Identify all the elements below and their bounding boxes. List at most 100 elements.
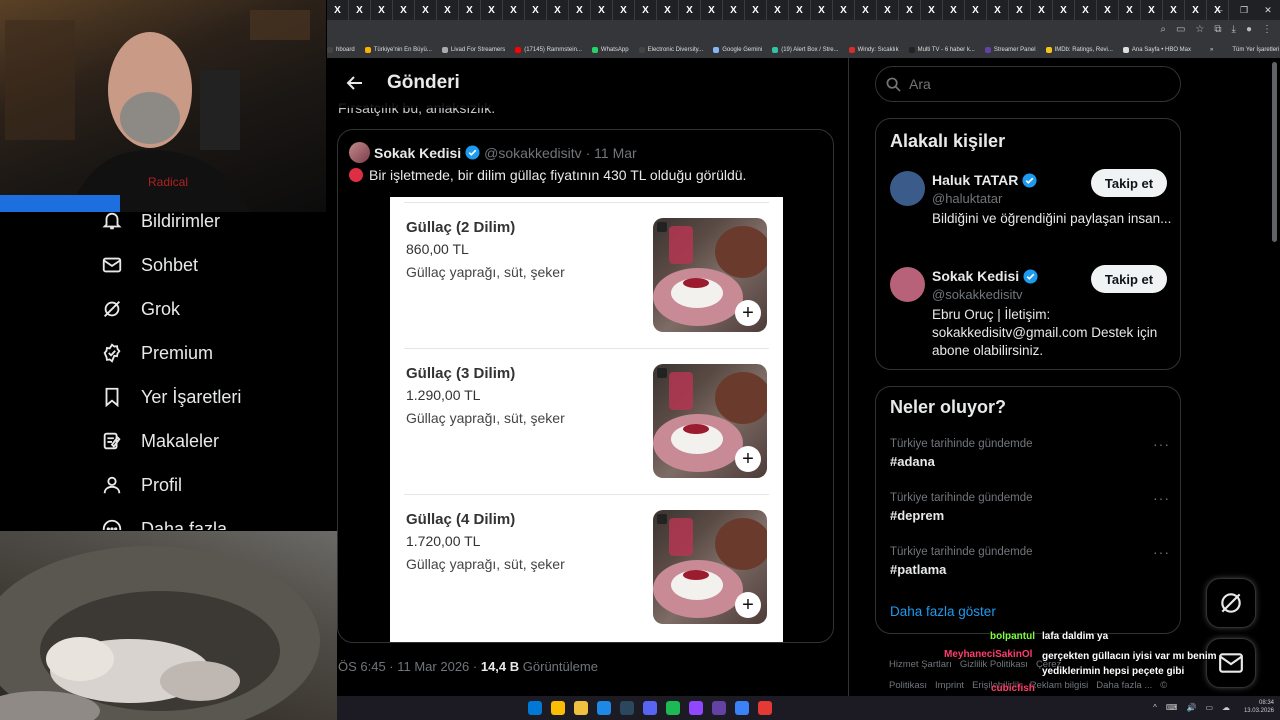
bookmark-item[interactable]: » bbox=[1201, 47, 1213, 53]
browser-tab[interactable]: X bbox=[1141, 0, 1163, 20]
browser-tab[interactable]: X bbox=[393, 0, 415, 20]
browser-tab[interactable]: X bbox=[327, 0, 349, 20]
page-scrollbar[interactable] bbox=[1272, 62, 1277, 242]
browser-tab[interactable]: X bbox=[547, 0, 569, 20]
maximize-button[interactable]: ❐ bbox=[1232, 0, 1256, 20]
more-options-icon[interactable]: ··· bbox=[1153, 490, 1170, 506]
footer-link[interactable]: Hizmet Şartları bbox=[889, 659, 952, 670]
taskbar-app-icon[interactable] bbox=[642, 701, 657, 715]
avatar[interactable] bbox=[890, 171, 925, 206]
bookmark-item[interactable]: Multi TV - 6 haber k... bbox=[908, 47, 975, 53]
back-button[interactable] bbox=[335, 74, 375, 92]
browser-tab[interactable]: X bbox=[1185, 0, 1207, 20]
browser-tab[interactable]: X bbox=[437, 0, 459, 20]
browser-tab[interactable]: X bbox=[613, 0, 635, 20]
bookmark-item[interactable]: (19) Alert Box / Stre... bbox=[772, 47, 839, 53]
browser-tab[interactable]: X bbox=[481, 0, 503, 20]
bookmark-item[interactable]: Windy: Sıcaklık bbox=[848, 47, 899, 53]
person-name[interactable]: Sokak Kedisi bbox=[932, 268, 1038, 284]
browser-tab[interactable]: X bbox=[657, 0, 679, 20]
zoom-icon[interactable]: ⌕ bbox=[1160, 24, 1166, 35]
cast-icon[interactable]: ▭ bbox=[1176, 24, 1185, 35]
browser-tab[interactable]: X bbox=[899, 0, 921, 20]
browser-tab[interactable]: X bbox=[1163, 0, 1185, 20]
tray-icon[interactable]: ☁ bbox=[1222, 703, 1230, 712]
sidebar-item-profil[interactable]: Profil bbox=[0, 463, 325, 507]
browser-tab[interactable]: X bbox=[349, 0, 371, 20]
browser-tab[interactable]: X bbox=[723, 0, 745, 20]
follow-button[interactable]: Takip et bbox=[1091, 169, 1167, 197]
follow-button[interactable]: Takip et bbox=[1091, 265, 1167, 293]
tray-icon[interactable]: ^ bbox=[1153, 703, 1157, 712]
taskbar-app-icon[interactable] bbox=[619, 701, 634, 715]
trend-item[interactable]: Türkiye tarihinde gündemde #adana ··· bbox=[890, 436, 1170, 469]
more-options-icon[interactable]: ··· bbox=[1153, 436, 1170, 452]
person-handle[interactable]: @sokakkedisitv bbox=[932, 287, 1023, 302]
browser-tab[interactable]: X bbox=[877, 0, 899, 20]
browser-tab[interactable]: X bbox=[811, 0, 833, 20]
footer-link[interactable]: Reklam bilgisi bbox=[1030, 680, 1089, 691]
browser-tab[interactable]: X bbox=[371, 0, 393, 20]
browser-tab[interactable]: X bbox=[1119, 0, 1141, 20]
taskbar-app-icon[interactable] bbox=[527, 701, 542, 715]
footer-link[interactable]: Erişilebilirlik bbox=[972, 680, 1022, 691]
search-box[interactable] bbox=[875, 66, 1181, 102]
bookmark-item[interactable]: Tüm Yer İşaretleri bbox=[1223, 47, 1279, 53]
browser-tab[interactable]: X bbox=[679, 0, 701, 20]
taskbar-app-icon[interactable] bbox=[573, 701, 588, 715]
taskbar-app-icon[interactable] bbox=[665, 701, 680, 715]
footer-link[interactable]: Daha fazla ... bbox=[1096, 680, 1152, 691]
footer-link[interactable]: Gizlilik Politikası bbox=[960, 659, 1028, 670]
avatar[interactable] bbox=[349, 142, 370, 163]
person-handle[interactable]: @haluktatar bbox=[932, 191, 1002, 206]
browser-tab[interactable]: X bbox=[591, 0, 613, 20]
browser-tab[interactable]: X bbox=[943, 0, 965, 20]
messages-button[interactable] bbox=[1206, 638, 1256, 688]
browser-tab[interactable]: X bbox=[789, 0, 811, 20]
bookmark-item[interactable]: WhatsApp bbox=[591, 47, 629, 53]
quoted-post-date[interactable]: · 11 Mar bbox=[586, 145, 637, 161]
browser-tab[interactable]: X bbox=[569, 0, 591, 20]
bookmark-item[interactable]: Streamer Panel bbox=[984, 47, 1036, 53]
quoted-author-name[interactable]: Sokak Kedisi bbox=[374, 145, 461, 161]
taskbar-app-icon[interactable] bbox=[734, 701, 749, 715]
taskbar-app-icon[interactable] bbox=[757, 701, 772, 715]
taskbar-app-icon[interactable] bbox=[596, 701, 611, 715]
browser-tab[interactable]: X bbox=[833, 0, 855, 20]
browser-tab[interactable]: X bbox=[1097, 0, 1119, 20]
browser-tab[interactable]: X bbox=[503, 0, 525, 20]
browser-tab[interactable]: X bbox=[1031, 0, 1053, 20]
sidebar-item-daha-fazla[interactable]: Daha fazla bbox=[0, 507, 325, 530]
search-input[interactable] bbox=[909, 76, 1159, 92]
browser-tab[interactable]: X bbox=[767, 0, 789, 20]
post-timestamp[interactable]: ÖS 6:45 · 11 Mar 2026 · bbox=[338, 659, 481, 674]
bookmark-item[interactable]: Türkiye'nin En Büyü... bbox=[364, 47, 432, 53]
browser-tab[interactable]: X bbox=[459, 0, 481, 20]
tray-icon[interactable]: ▭ bbox=[1205, 703, 1213, 712]
minimize-button[interactable]: – bbox=[1208, 0, 1232, 20]
browser-address-bar[interactable]: ⌕ ▭ ☆ ⧉ ⤓ ● ⋮ bbox=[327, 20, 1280, 42]
bookmark-item[interactable]: Livad For Streamers bbox=[441, 47, 505, 53]
system-clock[interactable]: 08:34 13.03.2026 bbox=[1244, 699, 1274, 715]
bookmark-item[interactable]: IMDb: Ratings, Revi... bbox=[1045, 47, 1113, 53]
avatar[interactable] bbox=[890, 267, 925, 302]
sidebar-item-makaleler[interactable]: Makaleler bbox=[0, 419, 325, 463]
quoted-post[interactable]: Sokak Kedisi @sokakkedisitv · 11 Mar Bir… bbox=[337, 129, 834, 643]
menu-screenshot-image[interactable]: Güllaç (2 Dilim) 860,00 TL Güllaç yaprağı,… bbox=[390, 197, 783, 642]
tray-icon[interactable]: ⌨ bbox=[1166, 703, 1178, 712]
browser-menu-icon[interactable]: ⋮ bbox=[1262, 24, 1272, 35]
browser-tab[interactable]: X bbox=[745, 0, 767, 20]
tray-icon[interactable]: 🔊 bbox=[1186, 703, 1196, 712]
extensions-icon[interactable]: ⧉ bbox=[1214, 24, 1221, 35]
taskbar-app-icon[interactable] bbox=[550, 701, 565, 715]
star-icon[interactable]: ☆ bbox=[1195, 24, 1204, 35]
browser-tab[interactable]: X bbox=[525, 0, 547, 20]
more-options-icon[interactable]: ··· bbox=[1153, 544, 1170, 560]
sidebar-item-sohbet[interactable]: Sohbet bbox=[0, 243, 325, 287]
sidebar-item-grok[interactable]: Grok bbox=[0, 287, 325, 331]
bookmark-item[interactable]: Google Gemini bbox=[713, 47, 762, 53]
quoted-author-handle[interactable]: @sokakkedisitv bbox=[484, 145, 581, 161]
browser-tab[interactable]: X bbox=[415, 0, 437, 20]
sidebar-item-yer-i-şaretleri[interactable]: Yer İşaretleri bbox=[0, 375, 325, 419]
taskbar-app-icon[interactable] bbox=[688, 701, 703, 715]
